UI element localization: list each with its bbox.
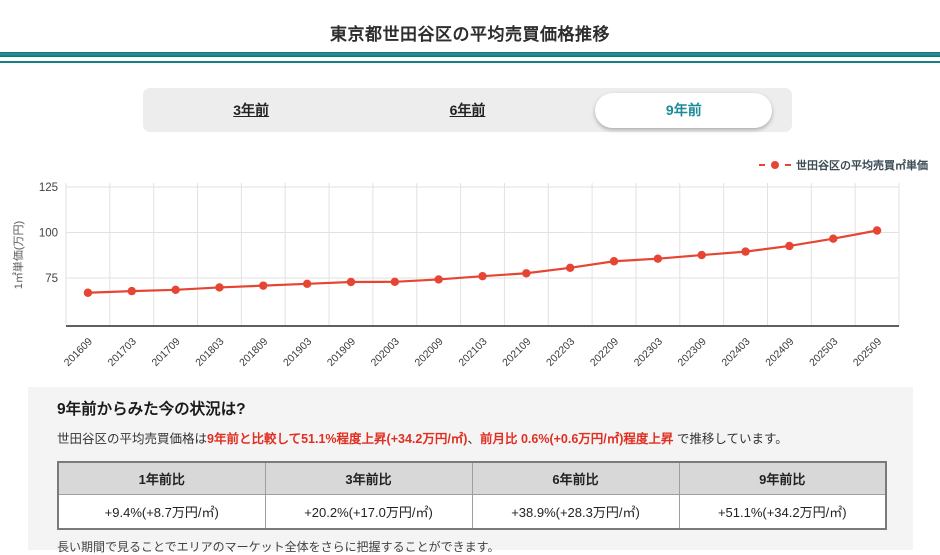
data-point-202303[interactable] [654,255,662,263]
x-tick-label: 201903 [281,336,314,369]
tab-cell: 3年前 [143,88,359,132]
table-header-cell: 3年前比 [265,462,472,495]
x-tick-label: 202509 [851,336,884,369]
sentence-segment: で推移しています。 [673,432,787,446]
tab-cell: 9年前 [576,88,792,132]
y-axis-title: 1㎡単価(万円) [11,221,25,289]
x-tick-label: 201909 [325,336,358,369]
x-tick-label: 202209 [588,336,621,369]
data-point-201909[interactable] [347,278,355,286]
sentence-segment: 世田谷区の平均売買価格は [57,432,207,446]
page-header: 東京都世田谷区の平均売買価格推移 [0,0,940,45]
data-point-202403[interactable] [741,247,749,255]
page-title: 東京都世田谷区の平均売買価格推移 [0,0,940,45]
data-point-201903[interactable] [303,280,311,288]
data-line [88,230,877,292]
comparison-table-value-row: +9.4%(+8.7万円/㎡)+20.2%(+17.0万円/㎡)+38.9%(+… [58,495,886,530]
summary-panel: 9年前からみた今の状況は? 世田谷区の平均売買価格は9年前と比較して51.1%程… [28,387,913,550]
comparison-table: 1年前比3年前比6年前比9年前比 +9.4%(+8.7万円/㎡)+20.2%(+… [57,461,887,530]
comparison-table-header-row: 1年前比3年前比6年前比9年前比 [58,462,886,495]
summary-sentence: 世田谷区の平均売買価格は9年前と比較して51.1%程度上昇(+34.2万円/㎡)… [57,430,887,448]
x-tick-label: 202309 [676,336,709,369]
data-point-202203[interactable] [566,264,574,272]
summary-note: 長い期間で見ることでエリアのマーケット全体をさらに把握することができます。 [57,538,887,555]
x-tick-label: 202203 [544,336,577,369]
data-point-202003[interactable] [391,278,399,286]
data-point-201709[interactable] [171,286,179,294]
sentence-segment: 9年前と比較して51.1%程度上昇(+34.2万円/㎡) [207,432,467,446]
header-divider-thick [0,52,940,57]
x-tick-label: 201703 [106,336,139,369]
data-point-201809[interactable] [259,281,267,289]
sentence-segment: 、 [467,432,480,446]
tab-period-9年前[interactable]: 9年前 [595,93,772,128]
x-tick-label: 202409 [763,336,796,369]
period-tabs: 3年前 6年前 9年前 [143,88,792,132]
table-value-cell: +20.2%(+17.0万円/㎡) [265,495,472,530]
tab-period-3年前[interactable]: 3年前 [233,100,269,120]
table-header-cell: 1年前比 [58,462,265,495]
table-value-cell: +9.4%(+8.7万円/㎡) [58,495,265,530]
x-tick-label: 201609 [62,336,95,369]
sentence-segment: 前月比 0.6%(+0.6万円/㎡)程度上昇 [480,432,673,446]
table-value-cell: +38.9%(+28.3万円/㎡) [472,495,679,530]
x-tick-label: 202103 [456,336,489,369]
x-tick-label: 201809 [237,336,270,369]
data-point-201803[interactable] [215,283,223,291]
data-point-202409[interactable] [785,242,793,250]
header-divider-thin [0,61,940,63]
line-chart-svg: 125 100 75 1㎡単価(万円) 201609 201703 201709 201803… [0,145,940,380]
data-point-202009[interactable] [434,275,442,283]
data-point-202309[interactable] [698,251,706,259]
table-value-cell: +51.1%(+34.2万円/㎡) [679,495,886,530]
y-tick-label: 125 [39,182,58,194]
tab-period-6年前[interactable]: 6年前 [450,100,486,120]
y-tick-label: 100 [39,228,58,240]
data-point-202103[interactable] [478,272,486,280]
price-trend-chart: 125 100 75 1㎡単価(万円) 201609 201703 201709 201803… [0,145,940,380]
x-tick-label: 201803 [193,336,226,369]
data-point-202209[interactable] [610,257,618,265]
x-tick-label: 202503 [807,336,840,369]
tab-cell: 6年前 [359,88,575,132]
data-point-201703[interactable] [128,287,136,295]
table-header-cell: 6年前比 [472,462,679,495]
data-point-202509[interactable] [873,226,881,234]
table-header-cell: 9年前比 [679,462,886,495]
y-tick-label: 75 [45,273,58,285]
x-tick-label: 202403 [719,336,752,369]
x-tick-label: 202109 [500,336,533,369]
data-point-201609[interactable] [84,289,92,297]
x-tick-label: 202003 [369,336,402,369]
x-tick-label: 202303 [632,336,665,369]
data-point-202109[interactable] [522,269,530,277]
summary-heading: 9年前からみた今の状況は? [57,400,887,420]
x-tick-label: 201709 [149,336,182,369]
x-tick-label: 202009 [413,336,446,369]
data-point-202503[interactable] [829,234,837,242]
